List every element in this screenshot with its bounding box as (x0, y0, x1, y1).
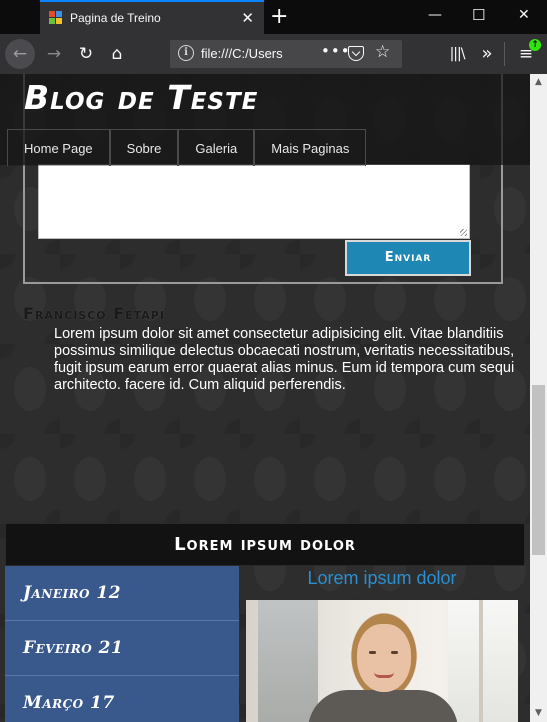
nav-home[interactable]: Home Page (7, 129, 110, 166)
page-scrollbar[interactable]: ▲ ▼ (530, 74, 547, 722)
url-text[interactable]: file:///C:/Users (201, 46, 289, 61)
tab-strip: Pagina de Treino ✕ + — ☐ ✕ (0, 0, 547, 34)
scroll-up-icon[interactable]: ▲ (530, 74, 547, 91)
site-nav: Home Page Sobre Galeria Mais Paginas (7, 129, 367, 166)
scroll-thumb[interactable] (532, 385, 545, 555)
nav-galeria[interactable]: Galeria (178, 129, 255, 166)
toolbar-separator (504, 42, 505, 66)
library-icon[interactable]: |||\ (443, 40, 471, 68)
archive-item[interactable]: Janeiro 12 (5, 566, 239, 621)
more-dots-icon[interactable]: ••• (321, 42, 351, 60)
send-button[interactable]: Enviar (345, 240, 471, 276)
comment-author: Francisco Fetapi (23, 304, 165, 323)
featured-title: Lorem ipsum dolor (307, 568, 457, 588)
message-textarea[interactable] (38, 164, 470, 239)
page-favicon-icon (49, 11, 62, 24)
archive-list: Janeiro 12 Feveiro 21 Março 17 (5, 566, 239, 722)
nav-mais-paginas[interactable]: Mais Paginas (254, 129, 367, 166)
pocket-icon[interactable] (348, 46, 364, 61)
page-viewport: Enviar Francisco Fetapi Lorem ipsum dolo… (0, 74, 530, 722)
reload-icon[interactable]: ↻ (72, 40, 100, 68)
featured-image (246, 600, 518, 722)
site-header: Blog de Teste Home Page Sobre Galeria Ma… (0, 74, 530, 166)
resize-grip-icon[interactable] (460, 229, 467, 236)
tab-title: Pagina de Treino (70, 11, 161, 25)
back-arrow-icon[interactable]: ← (5, 39, 35, 69)
comment-text: Lorem ipsum dolor sit amet consectetur a… (54, 326, 515, 393)
nav-sobre[interactable]: Sobre (109, 129, 179, 166)
home-icon[interactable]: ⌂ (103, 40, 131, 68)
scroll-down-icon[interactable]: ▼ (530, 705, 547, 722)
chevron-double-right-icon[interactable]: » (473, 40, 501, 68)
tab-active[interactable]: Pagina de Treino ✕ (40, 0, 264, 34)
minimize-icon[interactable]: — (428, 7, 442, 23)
tab-close-icon[interactable]: ✕ (241, 9, 254, 27)
site-title: Blog de Teste (24, 78, 259, 117)
url-bar[interactable]: i file:///C:/Users ••• ☆ (170, 40, 402, 68)
archive-item[interactable]: Março 17 (5, 676, 239, 722)
browser-toolbar: ← → ↻ ⌂ i file:///C:/Users ••• ☆ |||\ » … (0, 34, 547, 74)
info-icon[interactable]: i (178, 45, 194, 61)
archive-item[interactable]: Feveiro 21 (5, 621, 239, 676)
section-title: Lorem ipsum dolor (5, 523, 525, 566)
update-badge-icon: ↑ (529, 39, 541, 51)
forward-arrow-icon[interactable]: → (40, 40, 68, 68)
window-close-icon[interactable]: ✕ (518, 7, 530, 23)
new-tab-icon[interactable]: + (270, 4, 288, 29)
maximize-icon[interactable]: ☐ (472, 6, 485, 24)
star-icon[interactable]: ☆ (375, 42, 390, 62)
